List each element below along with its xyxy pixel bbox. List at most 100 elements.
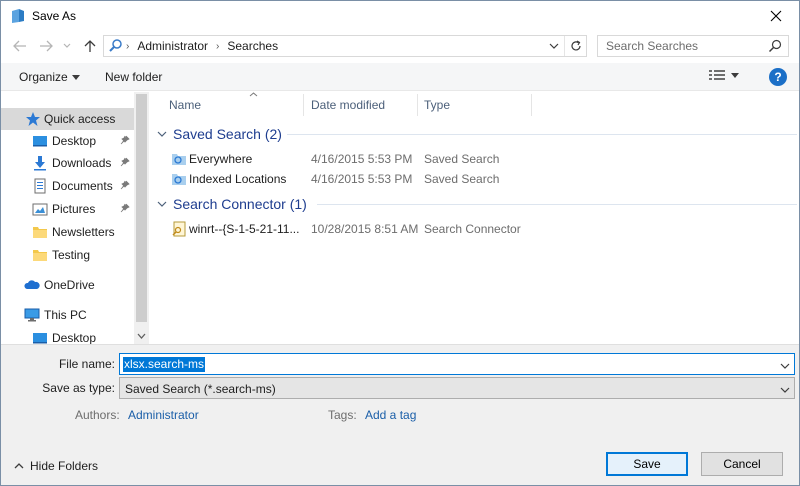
column-header-date-modified[interactable]: Date modified (311, 92, 385, 118)
sidebar-item-newsletters[interactable]: Newsletters (1, 221, 134, 243)
save-form: File name: xlsx.search-ms Save as type: … (1, 344, 799, 485)
breadcrumb: › Administrator › Searches (126, 39, 278, 53)
address-history-dropdown[interactable] (546, 38, 562, 54)
new-folder-button[interactable]: New folder (105, 70, 162, 84)
save-as-type-label: Save as type: (42, 381, 115, 395)
search-input[interactable] (598, 36, 758, 56)
hide-folders-button[interactable]: Hide Folders (14, 459, 98, 473)
pin-icon[interactable] (120, 203, 130, 216)
file-type: Search Connector (424, 222, 521, 236)
new-folder-label: New folder (105, 70, 163, 84)
pin-icon[interactable] (120, 135, 130, 148)
star-icon (25, 111, 41, 127)
desktop-icon (32, 330, 48, 344)
recent-locations-button[interactable] (61, 37, 73, 55)
chevron-down-icon (63, 43, 71, 48)
up-button[interactable] (81, 37, 99, 55)
search-connector-icon (171, 221, 187, 237)
sidebar-item-pictures[interactable]: Pictures (1, 198, 134, 220)
sidebar-item-label: Quick access (44, 112, 116, 126)
chevron-down-icon[interactable] (157, 199, 171, 210)
file-date: 10/28/2015 8:51 AM (311, 222, 419, 236)
window-title: Save As (32, 9, 77, 23)
arrow-left-icon (13, 40, 26, 52)
navigation-scrollbar[interactable] (134, 92, 149, 344)
group-header-search-connector[interactable]: Search Connector (1) (157, 193, 797, 215)
sort-ascending-icon (249, 89, 258, 99)
column-header-name[interactable]: Name (169, 92, 258, 118)
details-view-icon (709, 70, 725, 80)
folder-icon (32, 247, 48, 263)
scrollbar-thumb[interactable] (136, 94, 147, 322)
arrow-right-icon (40, 40, 53, 52)
cancel-button[interactable]: Cancel (701, 452, 783, 476)
scroll-down-icon[interactable] (137, 331, 146, 341)
change-view-button[interactable] (709, 69, 739, 81)
navigation-pane: Quick access Desktop Downloads Documents… (1, 92, 149, 344)
sidebar-item-label: Desktop (52, 331, 97, 344)
computer-icon (24, 307, 40, 323)
chevron-down-icon[interactable] (780, 382, 790, 396)
file-name: winrt--{S-1-5-21-11... (189, 222, 300, 236)
folder-icon (32, 224, 48, 240)
file-date: 4/16/2015 5:53 PM (311, 152, 413, 166)
file-name-field[interactable]: xlsx.search-ms (119, 353, 795, 375)
forward-button[interactable] (37, 37, 55, 55)
file-row[interactable]: winrt--{S-1-5-21-11... 10/28/2015 8:51 A… (151, 219, 797, 239)
close-button[interactable] (753, 1, 799, 31)
file-row[interactable]: Indexed Locations 4/16/2015 5:53 PM Save… (151, 169, 797, 189)
command-bar: Organize New folder ? (1, 63, 799, 91)
file-name-input[interactable]: xlsx.search-ms (123, 357, 206, 372)
column-divider[interactable] (531, 94, 532, 116)
save-as-type-select[interactable]: Saved Search (*.search-ms) (119, 377, 795, 399)
chevron-down-icon[interactable] (157, 129, 171, 140)
address-bar[interactable]: › Administrator › Searches (103, 35, 587, 57)
close-icon (770, 10, 782, 22)
group-label: Search Connector (1) (173, 196, 307, 212)
group-divider (317, 204, 797, 205)
sidebar-item-label: Pictures (52, 202, 96, 216)
sidebar-item-downloads[interactable]: Downloads (1, 152, 134, 174)
file-name-label: File name: (58, 357, 115, 371)
save-button[interactable]: Save (606, 452, 688, 476)
help-button[interactable]: ? (769, 68, 787, 86)
sidebar-item-desktop[interactable]: Desktop (1, 130, 134, 152)
sidebar-item-testing[interactable]: Testing (1, 244, 134, 266)
organize-button[interactable]: Organize (19, 70, 80, 84)
chevron-down-icon (549, 43, 559, 49)
column-label: Name (169, 98, 202, 112)
sidebar-item-quick-access[interactable]: Quick access (1, 108, 134, 130)
column-divider[interactable] (417, 94, 418, 116)
authors-link[interactable]: Administrator (128, 408, 199, 422)
file-type: Saved Search (424, 152, 500, 166)
sidebar-item-onedrive[interactable]: OneDrive (1, 274, 134, 296)
refresh-button[interactable] (564, 36, 586, 56)
column-divider[interactable] (303, 94, 304, 116)
search-icon[interactable] (768, 39, 782, 56)
organize-label: Organize (19, 70, 68, 84)
sidebar-item-label: Newsletters (52, 225, 115, 239)
back-button[interactable] (11, 37, 29, 55)
pin-icon[interactable] (120, 157, 130, 170)
sidebar-item-desktop-pc[interactable]: Desktop (1, 327, 134, 344)
sidebar-item-documents[interactable]: Documents (1, 175, 134, 197)
file-row[interactable]: Everywhere 4/16/2015 5:53 PM Saved Searc… (151, 149, 797, 169)
group-label: Saved Search (2) (173, 126, 282, 142)
add-tag-link[interactable]: Add a tag (365, 408, 416, 422)
refresh-icon (570, 40, 581, 51)
column-header-type[interactable]: Type (424, 92, 450, 118)
arrow-up-icon (84, 40, 96, 52)
chevron-down-icon[interactable] (780, 358, 790, 372)
group-divider (287, 134, 797, 135)
breadcrumb-item-administrator[interactable]: Administrator (137, 39, 208, 53)
pin-icon[interactable] (120, 180, 130, 193)
documents-icon (32, 178, 48, 194)
desktop-icon (32, 133, 48, 149)
group-header-saved-search[interactable]: Saved Search (2) (157, 123, 797, 145)
sidebar-item-this-pc[interactable]: This PC (1, 304, 134, 326)
search-box[interactable] (597, 35, 789, 57)
search-folder-icon (108, 38, 124, 57)
breadcrumb-item-searches[interactable]: Searches (227, 39, 278, 53)
breadcrumb-separator: › (216, 40, 220, 52)
sidebar-item-label: Desktop (52, 134, 97, 148)
